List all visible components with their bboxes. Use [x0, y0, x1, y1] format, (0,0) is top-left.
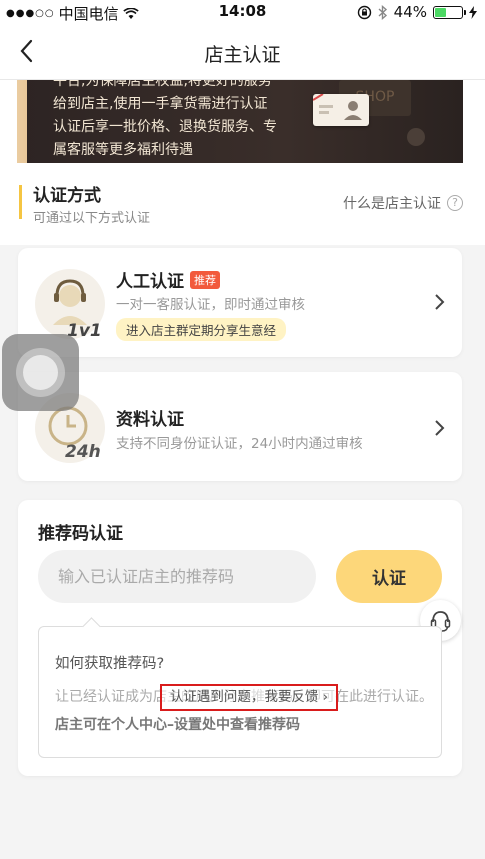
referral-title: 推荐码认证 — [38, 524, 123, 544]
battery-percent: 44% — [393, 3, 427, 21]
section-subtitle: 可通过以下方式认证 — [33, 211, 151, 226]
bluetooth-icon — [378, 4, 387, 20]
question-icon: ? — [447, 195, 463, 211]
section-title: 认证方式 — [33, 186, 101, 206]
24h-badge: 24h — [65, 442, 101, 462]
banner-line: 平台,为保障店主权益,将更好的服务 — [53, 80, 272, 89]
document-auth-desc: 支持不同身份证认证，24小时内通过审核 — [116, 436, 363, 452]
banner-text: 平台,为保障店主权益,将更好的服务 给到店主,使用一手拿货需进行认证 认证后享一… — [53, 80, 323, 162]
document-auth-title: 资料认证 — [116, 405, 184, 430]
assistive-touch-center — [23, 355, 58, 390]
manual-auth-card[interactable]: 1v1 人工认证 推荐 一对一客服认证，即时通过审核 进入店主群定期分享生意经 — [18, 248, 462, 357]
status-bar: ●●●○○ 中国电信 14:08 44% — [0, 0, 485, 24]
recommended-badge: 推荐 — [190, 270, 220, 289]
battery-icon — [433, 5, 466, 19]
banner-line: 属客服等更多福利待遇 — [53, 142, 193, 158]
tip-question: 如何获取推荐码? — [55, 656, 165, 672]
charging-icon — [469, 5, 477, 19]
chevron-right-icon — [435, 420, 445, 436]
auth-methods-header: 认证方式 可通过以下方式认证 什么是店主认证 ? — [0, 163, 485, 245]
assistive-touch-button[interactable] — [2, 334, 79, 411]
page-title: 店主认证 — [204, 44, 281, 66]
banner-line: 认证后享一批价格、退换货服务、专 — [53, 119, 277, 135]
what-is-shop-auth-link[interactable]: 什么是店主认证 ? — [343, 193, 463, 213]
banner-line: 给到店主,使用一手拿货需进行认证 — [53, 96, 268, 112]
help-label: 什么是店主认证 — [343, 196, 441, 212]
manual-auth-label: 人工认证 — [116, 272, 184, 292]
manual-auth-benefit-pill: 进入店主群定期分享生意经 — [116, 318, 287, 341]
banner-decoration — [407, 128, 425, 146]
banner-container: 平台,为保障店主权益,将更好的服务 给到店主,使用一手拿货需进行认证 认证后享一… — [0, 80, 485, 163]
orientation-lock-icon — [357, 5, 371, 19]
customer-service-icon: 1v1 — [35, 269, 105, 341]
manual-auth-title: 人工认证 推荐 — [116, 267, 220, 292]
navigation-bar: 店主认证 — [0, 24, 485, 80]
section-accent-bar — [19, 185, 22, 219]
document-auth-card[interactable]: 24h 资料认证 支持不同身份证认证，24小时内通过审核 — [18, 372, 462, 481]
id-card-icon — [312, 93, 369, 126]
verify-button[interactable]: 认证 — [336, 550, 442, 603]
document-auth-label: 资料认证 — [116, 410, 184, 430]
manual-auth-desc: 一对一客服认证，即时通过审核 — [116, 297, 305, 313]
referral-code-input[interactable] — [38, 550, 316, 603]
feedback-link[interactable]: 认证遇到问题，我要反馈 › — [160, 684, 338, 711]
promo-banner: 平台,为保障店主权益,将更好的服务 给到店主,使用一手拿货需进行认证 认证后享一… — [17, 80, 463, 163]
chevron-right-icon — [435, 294, 445, 310]
tip-answer-bold: 店主可在个人中心–设置处中查看推荐码 — [55, 717, 300, 733]
referral-auth-card: 推荐码认证 认证 如何获取推荐码? 让已经认证成为店主的用户分享推荐码，即可在此… — [18, 500, 462, 776]
